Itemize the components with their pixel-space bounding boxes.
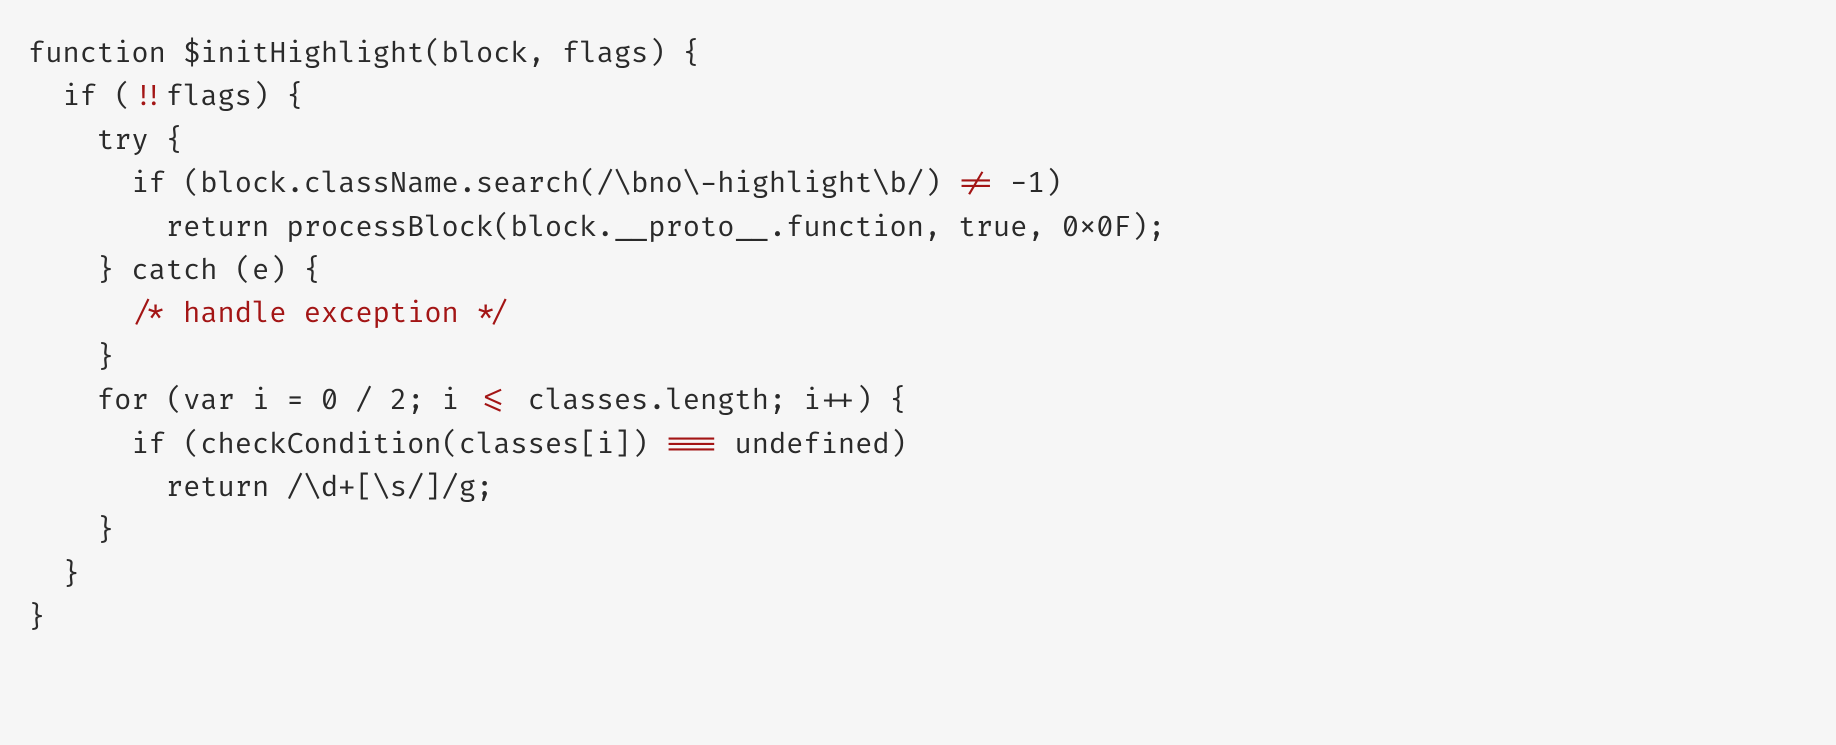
code-line: classes.length; i [510, 383, 820, 418]
code-line: if (checkCondition(classes[i]) [28, 427, 666, 462]
comment: /* handle exception */ [131, 296, 510, 331]
code-line: ) { [855, 383, 907, 418]
code-line: } [28, 557, 80, 592]
code-sample: function $initHighlight(block, flags) { … [0, 0, 1836, 671]
code-line: } [28, 513, 114, 548]
code-line: if (block.className.search(/\bno\-highli… [28, 166, 958, 201]
code-line: if ( [28, 79, 131, 114]
code-line: try { [28, 123, 183, 158]
operator-increment: ++ [821, 383, 855, 418]
code-line: return processBlock(block.__proto__.func… [28, 210, 1165, 245]
code-line: flags) { [166, 79, 304, 114]
code-line [28, 296, 131, 331]
code-line: } [28, 600, 45, 635]
operator-not-not: !! [131, 79, 165, 114]
code-line: } catch (e) { [28, 253, 321, 288]
operator-not-equal: != [958, 166, 992, 201]
code-line: function $initHighlight(block, flags) { [28, 36, 700, 71]
code-line: for (var i = 0 / 2; i [28, 383, 476, 418]
code-line: } [28, 340, 114, 375]
code-line: -1) [993, 166, 1062, 201]
operator-lte: <= [476, 383, 510, 418]
operator-strict-equal: === [666, 427, 718, 462]
code-line: return /\d+[\s/]/g; [28, 470, 493, 505]
code-line: undefined) [717, 427, 907, 462]
